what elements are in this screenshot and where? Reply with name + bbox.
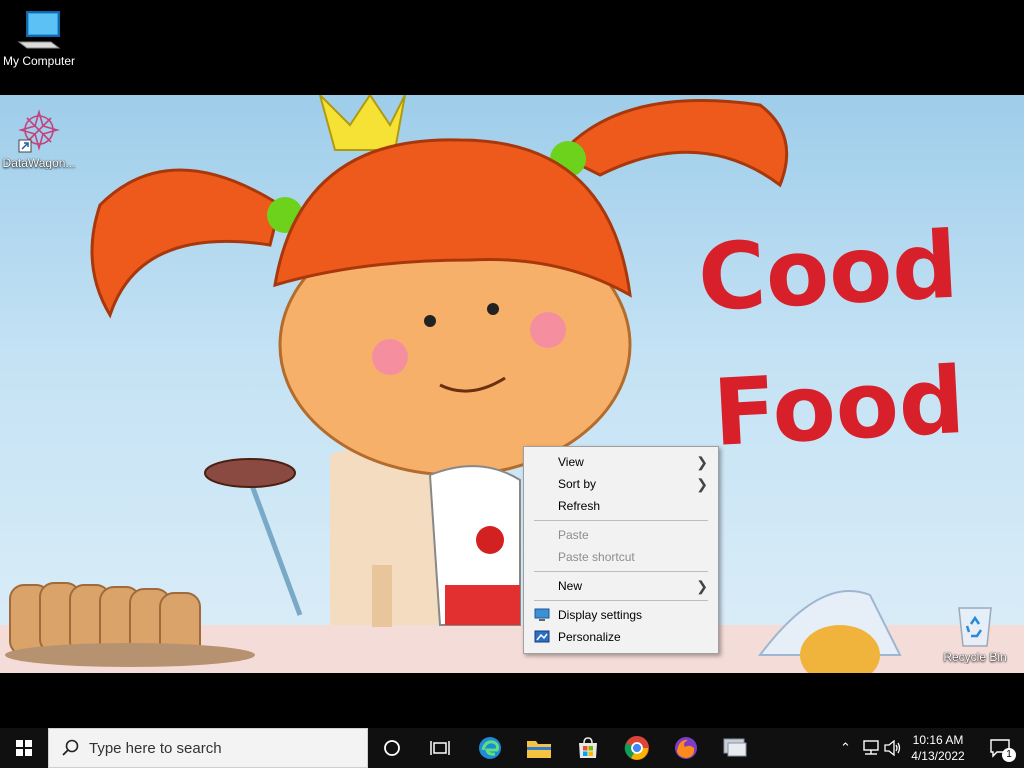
- menu-item-refresh[interactable]: Refresh: [524, 495, 718, 517]
- volume-icon[interactable]: [884, 740, 902, 756]
- menu-separator: [534, 571, 708, 572]
- edge-icon: [479, 737, 501, 759]
- taskbar: Type here to search ⌃ 10:16 AM 4/13/2022…: [0, 728, 1024, 768]
- chrome-icon: [624, 736, 649, 760]
- desktop[interactable]: Cood Food My Computer DataWagon... Recyc…: [0, 0, 1024, 728]
- datawagon-icon: [18, 109, 60, 153]
- display-icon: [534, 608, 550, 621]
- file-explorer-button[interactable]: [515, 728, 563, 768]
- app-button[interactable]: [711, 728, 759, 768]
- desktop-icon-datawagon[interactable]: DataWagon...: [0, 108, 78, 170]
- chevron-up-icon[interactable]: ⌃: [840, 740, 851, 756]
- store-icon: [579, 737, 597, 758]
- system-tray: ⌃: [838, 728, 901, 768]
- action-center-button[interactable]: 1: [976, 728, 1024, 768]
- desktop-icon-label: Recycle Bin: [943, 650, 1007, 664]
- notification-badge: 1: [1002, 748, 1016, 762]
- search-icon: [62, 739, 79, 756]
- chevron-right-icon: ❯: [696, 454, 708, 470]
- desktop-icon-label: My Computer: [2, 54, 76, 68]
- menu-item-paste-shortcut: Paste shortcut: [558, 550, 635, 564]
- cortana-button[interactable]: [368, 728, 416, 768]
- chrome-button[interactable]: [613, 728, 661, 768]
- menu-separator: [534, 520, 708, 521]
- desktop-icon-my-computer[interactable]: My Computer: [0, 8, 78, 68]
- task-view-icon: [430, 741, 450, 755]
- desktop-icon-label: DataWagon...: [2, 156, 76, 170]
- desktop-icon-recycle-bin[interactable]: Recycle Bin: [936, 602, 1014, 664]
- menu-item-sort-by[interactable]: Sort by ❯: [524, 473, 718, 495]
- file-explorer-icon: [527, 741, 551, 758]
- clock-date: 4/13/2022: [911, 749, 965, 763]
- menu-item-personalize[interactable]: Personalize: [524, 626, 718, 648]
- cortana-icon: [384, 740, 400, 756]
- app-icon: [723, 738, 747, 757]
- search-box[interactable]: Type here to search: [48, 728, 368, 768]
- wallpaper: Cood Food: [0, 95, 1024, 673]
- clock[interactable]: 10:16 AM 4/13/2022: [902, 732, 974, 764]
- search-placeholder: Type here to search: [89, 740, 222, 757]
- menu-item-view[interactable]: View ❯: [524, 451, 718, 473]
- store-button[interactable]: [564, 728, 612, 768]
- windows-icon: [16, 740, 32, 756]
- desktop-context-menu: View ❯ Sort by ❯ Refresh Paste Paste sho…: [523, 446, 719, 654]
- task-view-button[interactable]: [416, 728, 464, 768]
- menu-item-display-settings[interactable]: Display settings: [524, 604, 718, 626]
- menu-separator: [534, 600, 708, 601]
- edge-button[interactable]: [466, 728, 514, 768]
- menu-item-paste: Paste: [558, 528, 589, 542]
- svg-text:Food: Food: [711, 347, 968, 467]
- chevron-right-icon: ❯: [696, 578, 708, 594]
- clock-time: 10:16 AM: [912, 733, 964, 747]
- start-button[interactable]: [0, 728, 48, 768]
- firefox-icon: [675, 737, 697, 759]
- recycle-bin-icon: [958, 607, 992, 647]
- personalize-icon: [534, 630, 550, 643]
- svg-text:Cood: Cood: [696, 212, 961, 332]
- chevron-right-icon: ❯: [696, 476, 708, 492]
- menu-item-new[interactable]: New ❯: [524, 575, 718, 597]
- firefox-button[interactable]: [662, 728, 710, 768]
- computer-icon: [17, 11, 61, 49]
- network-icon[interactable]: [862, 740, 880, 756]
